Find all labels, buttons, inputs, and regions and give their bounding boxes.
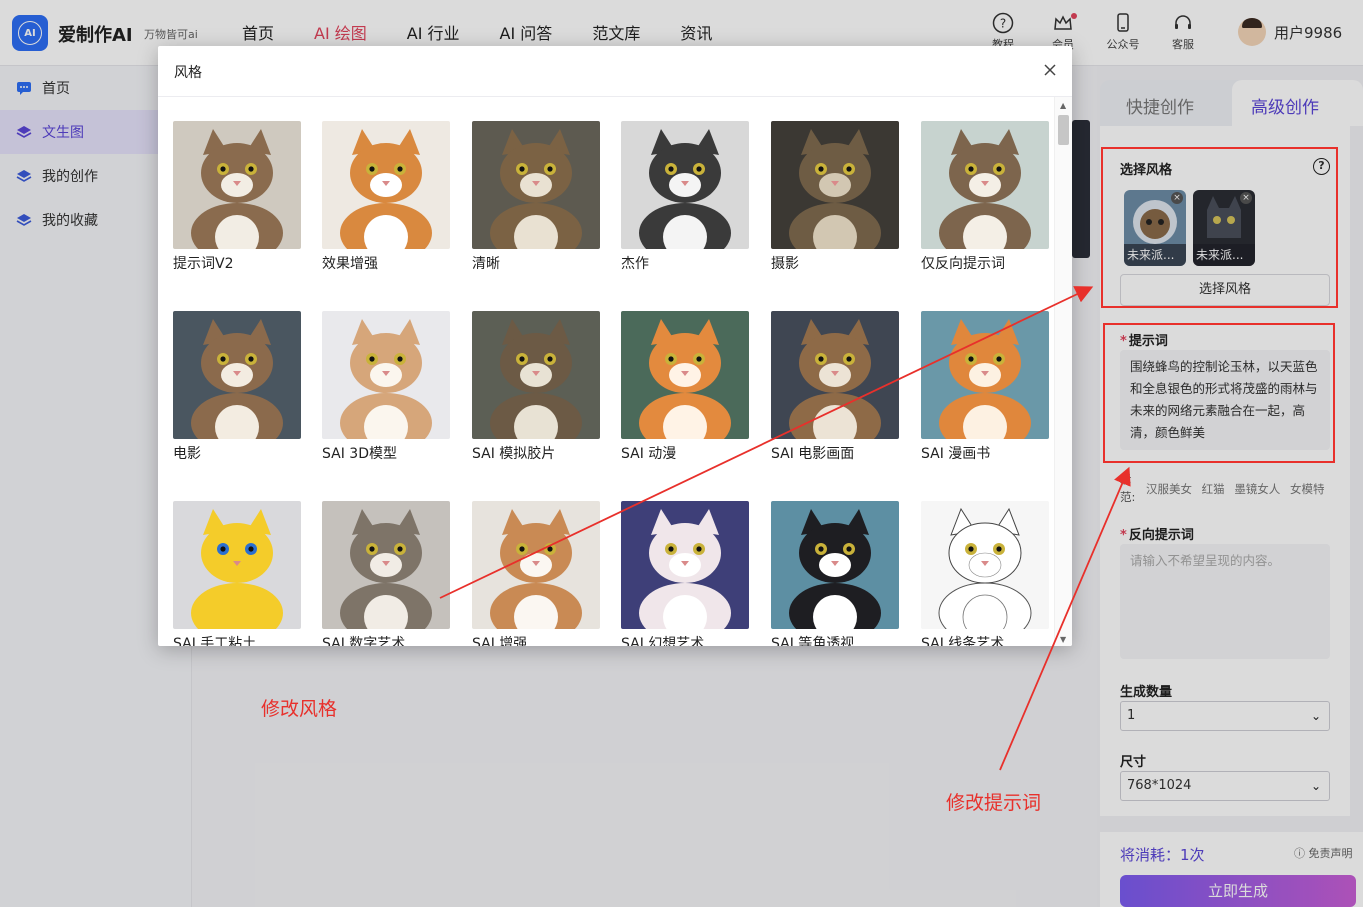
style-preview-image xyxy=(771,121,899,249)
style-card[interactable]: SAI 幻想艺术 xyxy=(621,501,751,646)
style-card[interactable]: 清晰 xyxy=(472,121,602,273)
cat-image xyxy=(771,501,899,629)
style-preview-image xyxy=(173,121,301,249)
cat-image xyxy=(322,121,450,249)
style-card[interactable]: SAI 动漫 xyxy=(621,311,751,463)
cat-image xyxy=(771,121,899,249)
style-card-label: 电影 xyxy=(173,446,201,462)
annotation-modify-prompt: 修改提示词 xyxy=(946,792,1042,814)
style-card-label: SAI 线条艺术 xyxy=(921,636,1005,646)
style-card-label: 清晰 xyxy=(472,256,500,272)
close-icon[interactable] xyxy=(1042,62,1058,78)
cat-image xyxy=(173,121,301,249)
style-card[interactable]: SAI 线条艺术 xyxy=(921,501,1051,646)
scroll-up-icon[interactable]: ▲ xyxy=(1060,101,1066,110)
style-card-label: SAI 模拟胶片 xyxy=(472,446,556,462)
modal-scrollbar[interactable]: ▲ ▼ xyxy=(1054,97,1072,646)
style-card[interactable]: 摄影 xyxy=(771,121,901,273)
scroll-thumb[interactable] xyxy=(1058,115,1069,145)
style-card-label: SAI 等角透视 xyxy=(771,636,855,646)
style-card-label: SAI 电影画面 xyxy=(771,446,855,462)
style-card-label: SAI 增强 xyxy=(472,636,528,646)
cat-image xyxy=(771,311,899,439)
cat-image xyxy=(173,311,301,439)
style-preview-image xyxy=(921,121,1049,249)
style-card[interactable]: SAI 模拟胶片 xyxy=(472,311,602,463)
prompt-highlight-box xyxy=(1103,323,1335,463)
style-preview-image xyxy=(173,311,301,439)
cat-image xyxy=(621,501,749,629)
style-preview-image xyxy=(621,501,749,629)
style-card-label: 摄影 xyxy=(771,256,799,272)
style-card[interactable]: SAI 数字艺术 xyxy=(322,501,452,646)
cat-image xyxy=(921,501,1049,629)
style-card[interactable]: SAI 等角透视 xyxy=(771,501,901,646)
style-card[interactable]: SAI 漫画书 xyxy=(921,311,1051,463)
cat-image xyxy=(472,311,600,439)
cat-image xyxy=(621,121,749,249)
style-highlight-box xyxy=(1101,147,1338,308)
style-card-label: SAI 幻想艺术 xyxy=(621,636,705,646)
cat-image xyxy=(322,311,450,439)
style-grid: 提示词V2 效果增强 清晰 杰作 摄影 仅反向提示词电影 SAI 3D模型 SAI 模拟胶片 S… xyxy=(158,97,1054,646)
style-card[interactable]: SAI 手工粘土 xyxy=(173,501,303,646)
style-card-label: 效果增强 xyxy=(322,256,378,272)
style-card[interactable]: 提示词V2 xyxy=(173,121,303,273)
style-preview-image xyxy=(771,311,899,439)
style-card[interactable]: SAI 3D模型 xyxy=(322,311,452,463)
style-card[interactable]: SAI 电影画面 xyxy=(771,311,901,463)
cat-image xyxy=(173,501,301,629)
style-preview-image xyxy=(173,501,301,629)
style-card-label: SAI 漫画书 xyxy=(921,446,991,462)
style-preview-image xyxy=(322,311,450,439)
style-card[interactable]: 效果增强 xyxy=(322,121,452,273)
annotation-modify-style: 修改风格 xyxy=(261,698,338,720)
style-preview-image xyxy=(472,501,600,629)
style-preview-image xyxy=(621,121,749,249)
style-picker-modal: 风格 提示词V2 效果增强 清晰 杰作 摄影 仅反向提示词电影 SAI 3D模型 SAI 模拟… xyxy=(158,46,1072,646)
scroll-down-icon[interactable]: ▼ xyxy=(1060,635,1066,644)
style-preview-image xyxy=(921,501,1049,629)
style-card[interactable]: 电影 xyxy=(173,311,303,463)
modal-title: 风格 xyxy=(174,65,202,81)
style-preview-image xyxy=(921,311,1049,439)
cat-image xyxy=(921,311,1049,439)
cat-image xyxy=(621,311,749,439)
cat-image xyxy=(472,121,600,249)
style-card-label: SAI 数字艺术 xyxy=(322,636,406,646)
style-card[interactable]: 杰作 xyxy=(621,121,751,273)
style-preview-image xyxy=(472,121,600,249)
style-card-label: SAI 3D模型 xyxy=(322,446,397,462)
style-card-label: SAI 手工粘土 xyxy=(173,636,257,646)
style-preview-image xyxy=(322,121,450,249)
style-card-label: 杰作 xyxy=(621,256,649,272)
style-card-label: 提示词V2 xyxy=(173,256,234,272)
style-card[interactable]: 仅反向提示词 xyxy=(921,121,1051,273)
style-preview-image xyxy=(322,501,450,629)
style-card-label: SAI 动漫 xyxy=(621,446,677,462)
cat-image xyxy=(921,121,1049,249)
style-card[interactable]: SAI 增强 xyxy=(472,501,602,646)
cat-image xyxy=(322,501,450,629)
cat-image xyxy=(472,501,600,629)
style-card-label: 仅反向提示词 xyxy=(921,256,1005,272)
style-preview-image xyxy=(771,501,899,629)
style-preview-image xyxy=(621,311,749,439)
style-preview-image xyxy=(472,311,600,439)
